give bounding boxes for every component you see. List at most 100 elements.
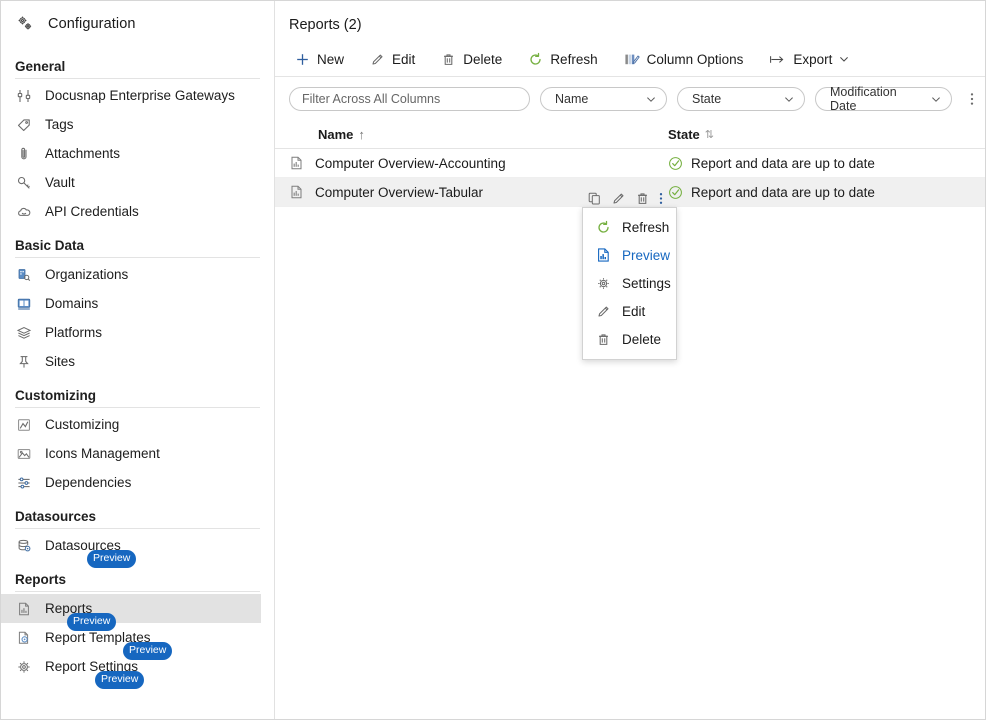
sidebar-item-label: API Credentials [45, 204, 139, 219]
trash-icon [441, 52, 456, 67]
context-menu-item-preview[interactable]: Preview [583, 241, 676, 269]
divider [15, 528, 260, 529]
gateway-icon [15, 87, 33, 105]
sidebar-item-vault[interactable]: Vault [1, 168, 274, 197]
sidebar-item-label: Dependencies [45, 475, 131, 490]
row-context-menu: Refresh Preview [582, 207, 677, 360]
sidebar-item-dependencies[interactable]: Dependencies [1, 468, 274, 497]
preview-badge: Preview [87, 550, 136, 568]
sidebar-item-reports[interactable]: Reports Preview [1, 594, 261, 623]
filter-bar: Name State Modification Date [275, 77, 985, 121]
divider [15, 257, 260, 258]
context-menu-label: Edit [622, 304, 645, 319]
filter-chip-state[interactable]: State [677, 87, 805, 111]
filter-chip-label: Modification Date [830, 85, 920, 113]
check-circle-icon [668, 185, 683, 200]
export-icon [769, 53, 786, 66]
report-file-icon [289, 184, 304, 200]
context-menu-item-refresh[interactable]: Refresh [583, 213, 676, 241]
configuration-sidebar: Configuration General Docusnap Enterpris… [1, 1, 275, 719]
column-header-name[interactable]: Name ↑ [289, 127, 668, 142]
state-text: Report and data are up to date [691, 185, 875, 200]
toolbar-label: Edit [392, 52, 415, 67]
edit-button[interactable]: Edit [359, 45, 426, 73]
chevron-down-icon [930, 93, 942, 105]
filter-chip-label: State [692, 92, 721, 106]
kebab-icon [970, 91, 974, 107]
copy-icon[interactable] [587, 191, 602, 206]
column-header-label: Name [318, 127, 353, 142]
key-icon [15, 174, 33, 192]
delete-button[interactable]: Delete [430, 45, 513, 73]
sidebar-section-customizing: Customizing [1, 388, 274, 407]
image-icon [15, 445, 33, 463]
pencil-icon[interactable] [611, 191, 626, 206]
pencil-icon [370, 52, 385, 67]
kebab-icon[interactable] [659, 191, 663, 206]
context-menu-item-delete[interactable]: Delete [583, 325, 676, 353]
preview-badge: Preview [67, 613, 116, 631]
customizing-icon [15, 416, 33, 434]
sidebar-item-report-templates[interactable]: Report Templates Preview [1, 623, 274, 652]
context-menu-label: Settings [622, 276, 671, 291]
context-menu-item-settings[interactable]: Settings [583, 269, 676, 297]
cell-name: Computer Overview-Accounting [289, 155, 668, 171]
toolbar-label: New [317, 52, 344, 67]
sidebar-item-sites[interactable]: Sites [1, 347, 274, 376]
export-button[interactable]: Export [758, 45, 861, 73]
report-icon [15, 600, 33, 618]
sidebar-item-label: Domains [45, 296, 98, 311]
gear-icon [15, 658, 33, 676]
refresh-icon [595, 220, 611, 235]
filter-across-all-columns-input[interactable] [289, 87, 530, 111]
sort-unsorted-icon: ⇅ [705, 128, 714, 141]
refresh-button[interactable]: Refresh [517, 45, 608, 73]
columns-icon [624, 52, 640, 67]
reports-table: Name ↑ State ⇅ [275, 121, 985, 207]
column-header-label: State [668, 127, 700, 142]
sidebar-item-api-credentials[interactable]: API Credentials [1, 197, 274, 226]
toolbar-label: Column Options [647, 52, 744, 67]
sidebar-item-label: Docusnap Enterprise Gateways [45, 88, 235, 103]
report-name: Computer Overview-Tabular [315, 185, 483, 200]
refresh-icon [528, 52, 543, 67]
state-text: Report and data are up to date [691, 156, 875, 171]
sidebar-item-platforms[interactable]: Platforms [1, 318, 274, 347]
sidebar-item-docusnap-enterprise-gateways[interactable]: Docusnap Enterprise Gateways [1, 81, 274, 110]
context-menu-label: Delete [622, 332, 661, 347]
column-header-state[interactable]: State ⇅ [668, 127, 985, 142]
sidebar-item-domains[interactable]: Domains [1, 289, 274, 318]
chevron-down-icon [838, 53, 850, 65]
gear-icon [595, 276, 611, 291]
sidebar-section-general: General [1, 59, 274, 78]
context-menu-label: Preview [622, 248, 670, 263]
column-options-button[interactable]: Column Options [613, 45, 755, 73]
sidebar-item-label: Customizing [45, 417, 119, 432]
chevron-down-icon [783, 93, 795, 105]
filter-chip-modification-date[interactable]: Modification Date [815, 87, 952, 111]
api-cloud-icon [15, 203, 33, 221]
sidebar-item-icons-management[interactable]: Icons Management [1, 439, 274, 468]
sidebar-item-organizations[interactable]: Organizations [1, 260, 274, 289]
sort-ascending-icon: ↑ [358, 127, 365, 142]
table-row[interactable]: Computer Overview-Accounting Report and … [275, 149, 985, 178]
sidebar-item-label: Tags [45, 117, 74, 132]
filter-chip-label: Name [555, 92, 588, 106]
sidebar-item-customizing[interactable]: Customizing [1, 410, 274, 439]
new-button[interactable]: New [284, 45, 355, 73]
context-menu-item-edit[interactable]: Edit [583, 297, 676, 325]
sidebar-title: Configuration [48, 16, 136, 32]
trash-icon[interactable] [635, 191, 650, 206]
table-row[interactable]: Computer Overview-Tabular [275, 178, 985, 207]
pencil-icon [595, 304, 611, 319]
sidebar-section-reports: Reports [1, 572, 274, 591]
filter-chip-name[interactable]: Name [540, 87, 667, 111]
gears-icon [15, 14, 35, 34]
organization-icon [15, 266, 33, 284]
sidebar-item-tags[interactable]: Tags [1, 110, 274, 139]
sidebar-item-datasources[interactable]: Datasources Preview [1, 531, 274, 560]
report-template-icon [15, 629, 33, 647]
sidebar-item-attachments[interactable]: Attachments [1, 139, 274, 168]
divider [15, 591, 260, 592]
filter-overflow-button[interactable] [964, 86, 979, 112]
